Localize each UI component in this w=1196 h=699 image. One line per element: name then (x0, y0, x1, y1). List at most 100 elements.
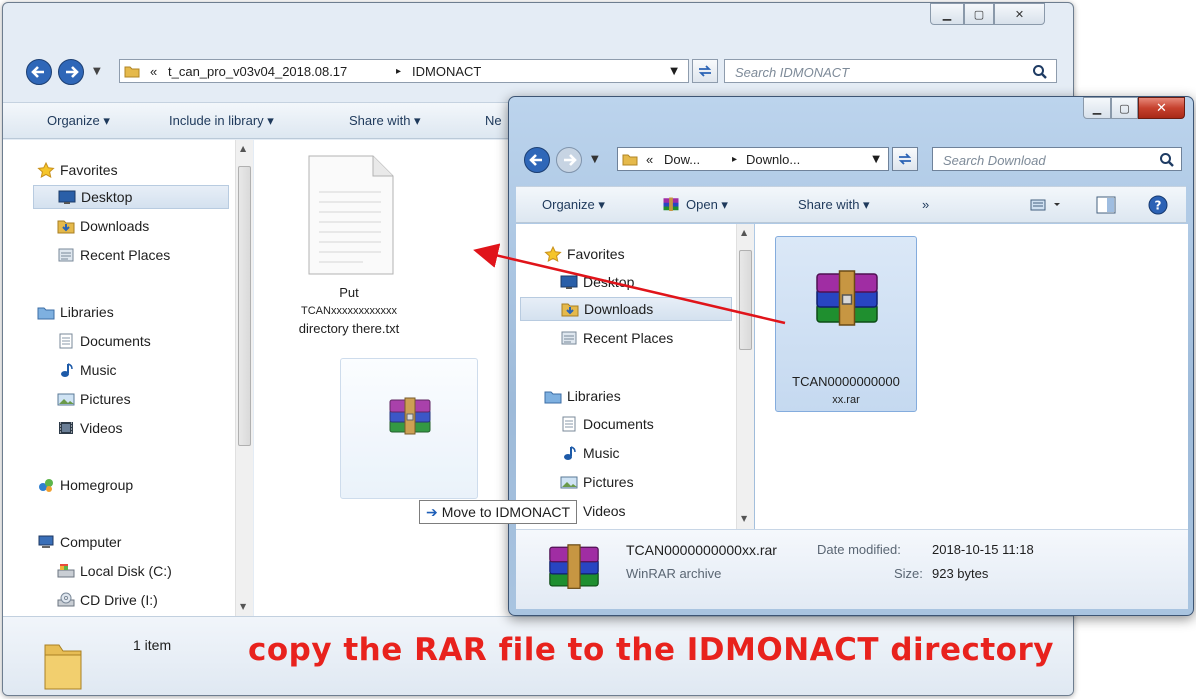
share-with-menu[interactable]: Share with ▾ (349, 113, 421, 129)
libraries-icon (544, 391, 562, 404)
recent-places-icon (561, 331, 577, 345)
nav-documents[interactable]: Documents (57, 329, 151, 353)
nav-downloads[interactable]: Downloads (520, 297, 732, 321)
breadcrumb-separator[interactable]: ▸ (396, 66, 401, 77)
navigation-pane: Favorites Desktop Downloads Recent Place… (516, 224, 736, 529)
scroll-up-arrow[interactable]: ▲ (741, 228, 747, 237)
file-list: TCAN0000000000 xx.rar (755, 224, 1188, 529)
refresh-button[interactable] (892, 147, 918, 171)
size-value: 923 bytes (932, 566, 989, 581)
file-name: TCAN0000000000 xx.rar (792, 374, 900, 406)
window-caption-buttons: ▁ ▢ ✕ (930, 3, 1045, 27)
nav-recent-places[interactable]: Recent Places (560, 326, 673, 350)
documents-icon (562, 416, 576, 432)
front-explorer-window: ▁ ▢ ✕ ▼ « Dow... ▸ Downlo... ▼ Search Do… (508, 96, 1194, 616)
nav-favorites[interactable]: Favorites (544, 242, 625, 266)
organize-menu[interactable]: Organize ▾ (47, 113, 110, 129)
nav-recent-places[interactable]: Recent Places (57, 243, 170, 267)
file-item-selected[interactable]: TCAN0000000000 xx.rar (775, 236, 917, 412)
nav-music[interactable]: Music (560, 441, 620, 465)
minimize-button[interactable]: ▁ (1083, 97, 1111, 119)
nav-videos[interactable]: Videos (57, 416, 123, 440)
pictures-icon (57, 393, 75, 406)
nav-local-disk[interactable]: Local Disk (C:) (57, 559, 172, 583)
nav-computer[interactable]: Computer (37, 530, 121, 554)
winrar-open-icon (662, 196, 680, 214)
details-filename: TCAN0000000000xx.rar (626, 542, 777, 558)
navigation-pane: Favorites Desktop Downloads Recent Place… (3, 140, 235, 616)
nav-pictures[interactable]: Pictures (57, 387, 131, 411)
folder-icon (124, 64, 140, 78)
back-button[interactable] (523, 146, 553, 174)
recent-pages-dropdown[interactable]: ▼ (591, 154, 599, 165)
nav-desktop[interactable]: Desktop (33, 185, 229, 209)
nav-libraries[interactable]: Libraries (544, 384, 621, 408)
more-commands-button[interactable]: » (922, 197, 929, 212)
breadcrumb-parent[interactable]: Dow... (664, 152, 700, 167)
hard-disk-icon (57, 564, 75, 578)
recent-places-icon (58, 248, 74, 262)
move-arrow-icon: ➔ (426, 503, 438, 520)
scroll-thumb[interactable] (238, 166, 251, 446)
open-menu[interactable]: Open ▾ (686, 197, 728, 213)
organize-menu[interactable]: Organize ▾ (542, 197, 605, 213)
nav-music[interactable]: Music (57, 358, 117, 382)
item-count: 1 item (133, 637, 172, 653)
rar-archive-icon (811, 265, 883, 337)
breadcrumb-overflow[interactable]: « (646, 152, 653, 167)
nav-favorites[interactable]: Favorites (37, 158, 118, 182)
view-options-icon[interactable] (1030, 197, 1064, 213)
rar-archive-icon (544, 540, 604, 598)
breadcrumb-current[interactable]: IDMONACT (412, 64, 481, 79)
search-icon (1032, 64, 1048, 80)
navigation-scrollbar[interactable]: ▲ ▼ (235, 140, 253, 616)
include-in-library-menu[interactable]: Include in library ▾ (169, 113, 274, 129)
maximize-button[interactable]: ▢ (1111, 97, 1138, 119)
nav-desktop[interactable]: Desktop (560, 270, 634, 294)
scroll-down-arrow[interactable]: ▼ (741, 514, 747, 523)
address-dropdown-icon[interactable]: ▼ (872, 154, 880, 165)
nav-homegroup[interactable]: Homegroup (37, 473, 133, 497)
address-bar[interactable]: « Dow... ▸ Downlo... ▼ (617, 147, 889, 171)
recent-pages-dropdown[interactable]: ▼ (93, 66, 101, 77)
homegroup-icon (39, 479, 53, 492)
nav-downloads[interactable]: Downloads (57, 214, 149, 238)
minimize-button[interactable]: ▁ (930, 3, 964, 25)
share-with-menu[interactable]: Share with ▾ (798, 197, 870, 213)
search-input[interactable]: Search IDMONACT (724, 59, 1057, 83)
help-icon[interactable]: ? (1148, 195, 1168, 215)
search-input[interactable]: Search Download (932, 147, 1182, 171)
address-dropdown-icon[interactable]: ▼ (670, 66, 678, 77)
forward-button[interactable] (57, 58, 87, 86)
breadcrumb-current[interactable]: Downlo... (746, 152, 800, 167)
breadcrumb-overflow[interactable]: « (150, 64, 157, 79)
music-icon (61, 363, 73, 377)
address-bar[interactable]: « t_can_pro_v03v04_2018.08.17 ▸ IDMONACT… (119, 59, 689, 83)
scroll-down-arrow[interactable]: ▼ (240, 602, 246, 611)
folder-icon (622, 152, 638, 166)
rar-archive-icon (386, 394, 434, 442)
forward-button[interactable] (555, 146, 585, 174)
date-modified-label: Date modified: (817, 542, 901, 557)
close-button[interactable]: ✕ (994, 3, 1045, 25)
preview-pane-icon[interactable] (1096, 196, 1116, 214)
file-name: Put TCANxxxxxxxxxxxx directory there.txt (298, 285, 400, 336)
nav-libraries[interactable]: Libraries (37, 300, 114, 324)
libraries-icon (37, 307, 55, 320)
nav-pictures[interactable]: Pictures (560, 470, 634, 494)
refresh-button[interactable] (692, 59, 718, 83)
maximize-button[interactable]: ▢ (964, 3, 994, 25)
cd-drive-icon (57, 592, 75, 607)
breadcrumb-separator[interactable]: ▸ (732, 154, 737, 165)
nav-cd-drive[interactable]: CD Drive (I:) (57, 588, 158, 612)
close-button[interactable]: ✕ (1138, 97, 1185, 119)
scroll-up-arrow[interactable]: ▲ (240, 144, 246, 153)
navigation-scrollbar[interactable]: ▲ ▼ (736, 224, 754, 529)
scroll-thumb[interactable] (739, 250, 752, 350)
nav-documents[interactable]: Documents (560, 412, 654, 436)
back-button[interactable] (25, 58, 55, 86)
videos-icon (59, 422, 73, 434)
breadcrumb-parent[interactable]: t_can_pro_v03v04_2018.08.17 (168, 64, 347, 79)
new-folder-button[interactable]: Ne (485, 113, 502, 128)
file-item[interactable]: Put TCANxxxxxxxxxxxx directory there.txt (270, 152, 428, 338)
